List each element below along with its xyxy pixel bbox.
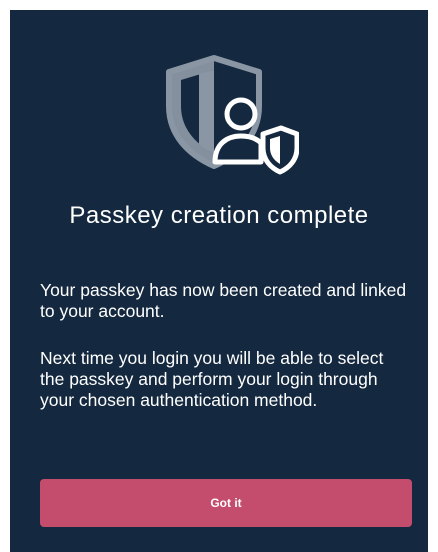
got-it-button[interactable]: Got it bbox=[40, 479, 412, 527]
confirmation-message: Your passkey has now been created and li… bbox=[40, 280, 407, 321]
next-login-message: Next time you login you will be able to … bbox=[40, 348, 384, 410]
passkey-complete-dialog: Passkey creation complete Your passkey h… bbox=[10, 10, 428, 552]
passkey-shield-user-icon bbox=[159, 50, 299, 180]
dialog-title: Passkey creation complete bbox=[69, 202, 369, 229]
